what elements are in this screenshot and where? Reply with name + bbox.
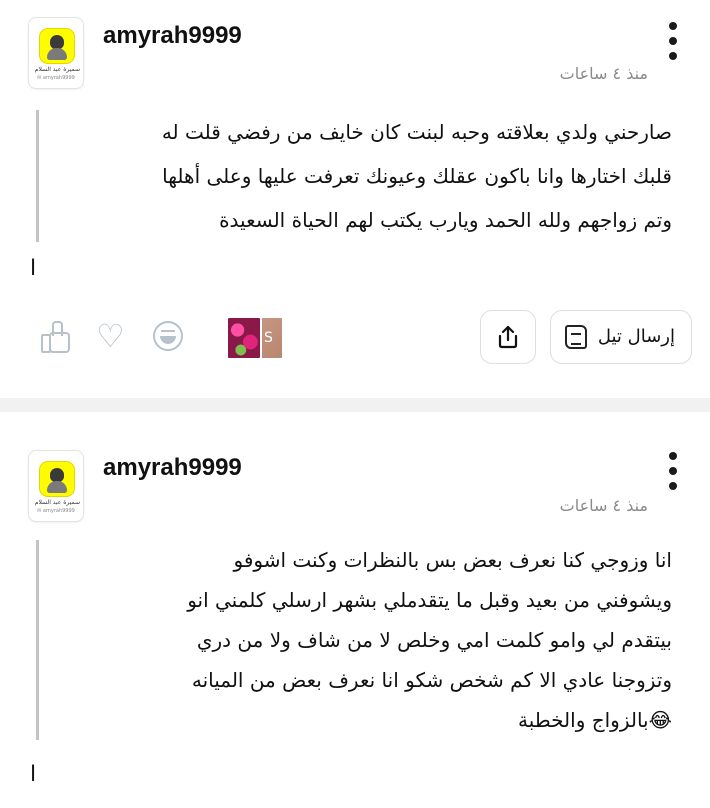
share-upload-icon — [498, 325, 518, 349]
post-line: 😂بالزواج والخطبة — [517, 708, 672, 732]
post-line: ويشوفني من بعيد وقبل ما يتقدملي بشهر ارس… — [187, 588, 672, 612]
reactor-initial: S — [264, 330, 273, 346]
snapcode-image — [39, 28, 75, 64]
avatar-caption: سميرة عبد السلام 🌿 — [32, 499, 80, 506]
more-options-icon[interactable] — [668, 22, 678, 62]
avatar-subcaption: amyrah9999 ✉ — [37, 75, 75, 81]
avatar-subcaption: amyrah9999 ✉ — [37, 508, 75, 514]
post-body: صارحني ولدي بعلاقته وحبه لبنت كان خايف م… — [36, 110, 672, 242]
post-line: وتم زواجهم ولله الحمد ويارب يكتب لهم الح… — [219, 208, 672, 232]
post-time: منذ ٤ ساعات — [559, 64, 648, 83]
post-card: سميرة عبد السلام 🌿 amyrah9999 ✉ amyrah99… — [0, 412, 710, 808]
post-line: انا وزوجي كنا نعرف بعض بس بالنظرات وكنت … — [233, 548, 672, 572]
post-time: منذ ٤ ساعات — [559, 496, 648, 515]
more-options-icon[interactable] — [668, 452, 678, 492]
scroll-icon — [565, 325, 587, 349]
heart-icon[interactable]: ♡ — [96, 317, 128, 355]
avatar-caption: سميرة عبد السلام 🌿 — [32, 66, 80, 73]
reactor-avatar-flowers — [226, 316, 262, 360]
post-card: سميرة عبد السلام 🌿 amyrah9999 ✉ amyrah99… — [0, 0, 710, 398]
send-tale-label: إرسال تيل — [597, 326, 675, 347]
post-body: انا وزوجي كنا نعرف بعض بس بالنظرات وكنت … — [36, 540, 672, 740]
reactor-avatars[interactable]: S — [226, 316, 284, 360]
laughing-face-icon[interactable] — [152, 320, 184, 352]
post-divider — [0, 398, 710, 412]
share-button[interactable] — [480, 310, 536, 364]
avatar[interactable]: سميرة عبد السلام 🌿 amyrah9999 ✉ — [28, 17, 84, 89]
send-tale-button[interactable]: إرسال تيل — [550, 310, 692, 364]
username[interactable]: amyrah9999 — [103, 22, 242, 50]
post-line: وتزوجنا عادي الا كم شخص شكو انا نعرف بعض… — [191, 668, 672, 692]
post-line: قلبك اختارها وانا باكون عقلك وعيونك تعرف… — [162, 164, 672, 188]
thumbs-up-icon[interactable] — [40, 320, 72, 353]
avatar[interactable]: سميرة عبد السلام 🌿 amyrah9999 ✉ — [28, 450, 84, 522]
snapcode-image — [39, 461, 75, 497]
username[interactable]: amyrah9999 — [103, 454, 242, 482]
post-line: بيتقدم لي وامو كلمت امي وخلص لا من شاف و… — [196, 628, 672, 652]
post-tail-text: ا — [30, 256, 37, 281]
post-line: صارحني ولدي بعلاقته وحبه لبنت كان خايف م… — [161, 120, 672, 144]
post-tail-text: ا — [30, 762, 37, 787]
